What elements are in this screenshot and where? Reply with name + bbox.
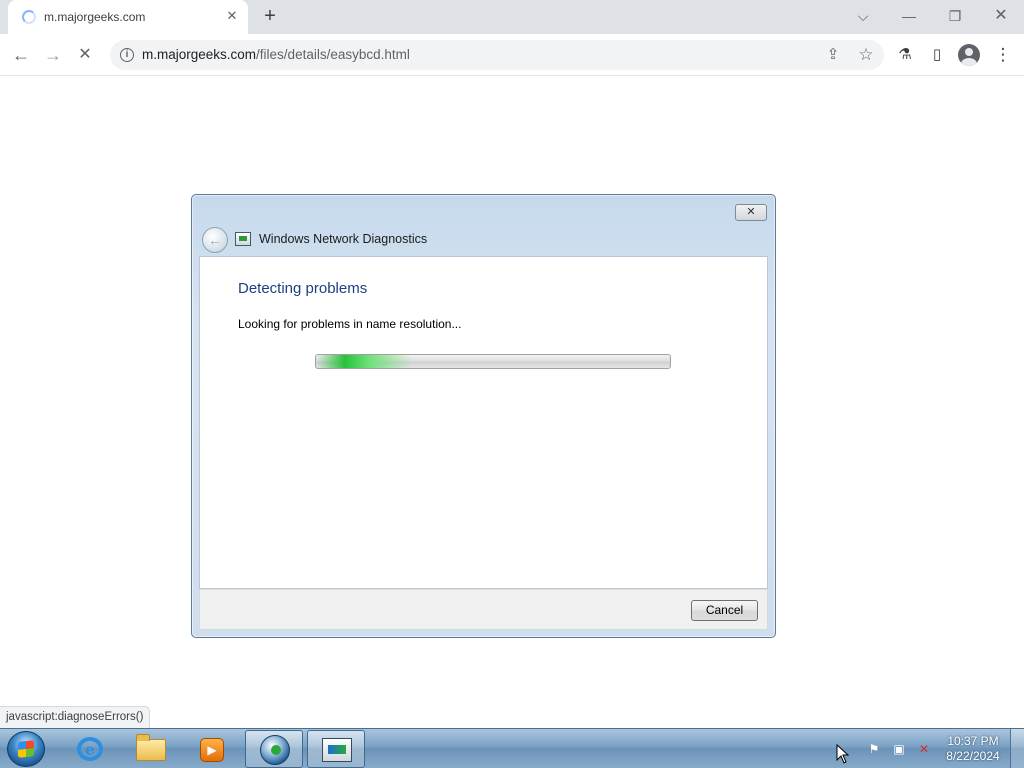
system-clock[interactable]: 10:37 PM 8/22/2024 — [940, 734, 1006, 764]
url-host: m.majorgeeks.com — [142, 47, 257, 62]
network-diagnostics-taskbar-icon — [322, 738, 352, 762]
status-link-bubble: javascript:diagnoseErrors() — [0, 706, 151, 728]
address-bar[interactable]: i m.majorgeeks.com/files/details/easybcd… — [110, 40, 884, 70]
show-desktop-button[interactable] — [1010, 729, 1024, 768]
chrome-icon — [260, 735, 290, 765]
menu-icon[interactable]: ⋮ — [992, 44, 1014, 66]
taskbar-media-player[interactable]: ▶ — [183, 730, 241, 768]
new-tab-button[interactable]: + — [258, 5, 282, 29]
site-info-icon[interactable]: i — [120, 48, 134, 62]
folder-icon — [136, 734, 166, 761]
dialog-status-text: Looking for problems in name resolution.… — [238, 317, 462, 331]
tab-title: m.majorgeeks.com — [44, 10, 146, 24]
dialog-back-button[interactable]: ← — [202, 227, 228, 253]
back-button[interactable]: ← — [8, 42, 34, 68]
network-tray-icon[interactable]: ▣ — [891, 741, 907, 757]
loading-spinner-icon — [22, 10, 36, 24]
start-button[interactable] — [7, 731, 45, 767]
dialog-footer: Cancel — [199, 589, 768, 630]
taskbar-file-explorer[interactable] — [122, 730, 180, 768]
url-path: /files/details/easybcd.html — [256, 47, 410, 62]
tab-close-icon[interactable]: ✕ — [222, 6, 242, 26]
media-player-icon: ▶ — [200, 738, 224, 762]
stop-loading-button[interactable]: ✕ — [72, 42, 98, 68]
cancel-button[interactable]: Cancel — [691, 600, 758, 621]
forward-button[interactable]: → — [40, 42, 66, 68]
taskbar-chrome[interactable] — [245, 730, 303, 768]
internet-explorer-icon: e — [77, 737, 103, 761]
progress-bar — [315, 354, 671, 369]
close-window-button[interactable]: ✕ — [986, 4, 1016, 28]
mouse-cursor-icon — [836, 743, 850, 767]
dialog-title: Windows Network Diagnostics — [259, 232, 428, 246]
labs-icon[interactable]: ⚗ — [894, 44, 916, 66]
taskbar-network-diagnostics[interactable] — [307, 730, 365, 768]
url-text[interactable]: m.majorgeeks.com/files/details/easybcd.h… — [142, 47, 410, 62]
bookmark-star-icon[interactable]: ☆ — [856, 45, 876, 65]
network-diagnostics-dialog: ✕ ← Windows Network Diagnostics Detectin… — [191, 194, 776, 638]
share-icon[interactable]: ⇪ — [823, 45, 843, 65]
volume-muted-icon[interactable]: ✕ — [916, 741, 932, 757]
dialog-close-button[interactable]: ✕ — [735, 204, 767, 221]
profile-avatar-icon[interactable] — [958, 44, 980, 66]
clock-date: 8/22/2024 — [946, 749, 1000, 763]
progress-bar-fill — [316, 355, 412, 368]
taskbar-internet-explorer[interactable]: e — [61, 730, 119, 768]
dialog-content: Detecting problems Looking for problems … — [199, 256, 768, 589]
action-center-flag-icon[interactable]: ⚑ — [866, 741, 882, 757]
tab-search-button[interactable]: ⌵ — [848, 4, 878, 28]
restore-button[interactable]: ❐ — [940, 4, 970, 28]
browser-toolbar: ← → ✕ i m.majorgeeks.com/files/details/e… — [0, 34, 1024, 76]
network-diagnostics-icon — [235, 232, 251, 246]
minimize-button[interactable]: — — [894, 4, 924, 28]
browser-title-bar: m.majorgeeks.com ✕ + ⌵ — ❐ ✕ — [0, 0, 1024, 34]
dialog-heading: Detecting problems — [238, 280, 368, 297]
browser-tab[interactable]: m.majorgeeks.com ✕ — [8, 0, 248, 34]
side-panel-icon[interactable]: ▯ — [926, 44, 948, 66]
windows-taskbar: e ▶ ⚑ ▣ ✕ 10:37 PM 8/22/2024 — [0, 728, 1024, 768]
clock-time: 10:37 PM — [947, 734, 999, 748]
